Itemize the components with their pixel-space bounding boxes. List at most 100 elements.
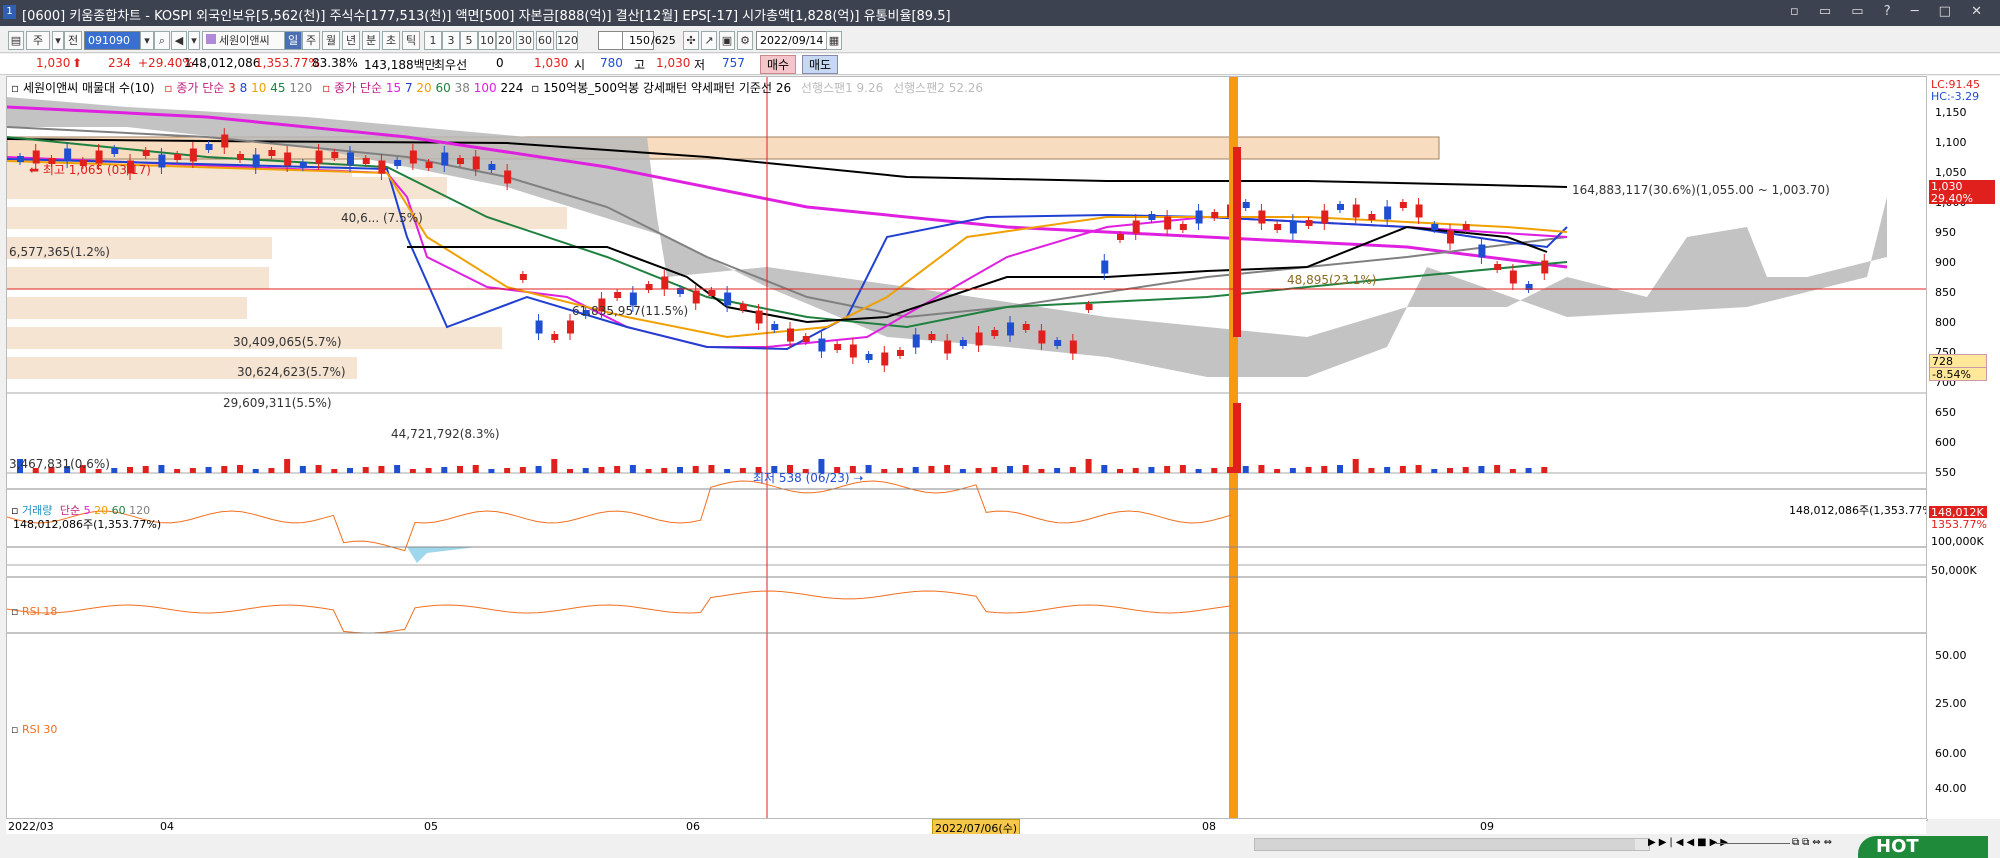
- vp-label-3: 61,835,957(11.5%): [572, 304, 689, 318]
- period-button-5[interactable]: 초: [382, 31, 400, 50]
- interval-button-5[interactable]: 5: [460, 31, 478, 50]
- high-marker: ⬅ 최고 1,065 (03/17): [29, 161, 151, 178]
- volume-bar: [975, 468, 982, 473]
- zoom-slider[interactable]: [1716, 843, 1790, 844]
- period-button-1[interactable]: 주: [302, 31, 320, 50]
- x-label-06: 06: [686, 820, 700, 833]
- last-candle: [1233, 147, 1241, 337]
- candle: [834, 344, 842, 350]
- speaker-icon[interactable]: ◀: [171, 31, 187, 50]
- x-axis: 2022/03 04 05 06 2022/07/06(수) 08 09: [6, 818, 1926, 837]
- candle: [1101, 260, 1109, 274]
- price-tick: 1,150: [1935, 106, 1967, 119]
- period-button-0[interactable]: 일: [284, 31, 302, 50]
- rsi18-oversold-fill: [407, 547, 477, 563]
- vp-label-6: 29,609,311(5.5%): [223, 396, 332, 410]
- up-arrow-icon: ⬆: [72, 56, 83, 70]
- candle: [378, 160, 386, 174]
- period-ju-button[interactable]: 주: [26, 31, 50, 50]
- count-input[interactable]: 150: [622, 31, 654, 50]
- candle: [158, 154, 166, 168]
- candle: [111, 148, 119, 154]
- price-tick: 600: [1935, 436, 1956, 449]
- volume-bar: [739, 468, 746, 473]
- volume-bar: [394, 465, 401, 473]
- rsi18-label: ▫ RSI 18: [11, 605, 58, 618]
- hot-badge[interactable]: HOT: [1858, 836, 1988, 858]
- candle: [755, 310, 763, 324]
- vol-tick-100000: 100,000K: [1931, 535, 1984, 548]
- calendar-icon[interactable]: ▦: [826, 31, 842, 50]
- volume-bar: [425, 468, 432, 473]
- sell-button[interactable]: 매도: [802, 55, 839, 74]
- volume-bar: [881, 469, 888, 473]
- candle: [739, 304, 747, 310]
- volume-bar: [1541, 467, 1548, 473]
- chevron-down-icon[interactable]: ▾: [188, 31, 200, 50]
- search-icon[interactable]: ⌕: [154, 31, 170, 50]
- candle: [708, 290, 716, 296]
- volume-bar: [1368, 468, 1375, 473]
- volume-bar: [535, 466, 542, 473]
- date-input[interactable]: 2022/09/14: [756, 31, 830, 50]
- candle: [787, 328, 794, 342]
- last-volume-bar: [1233, 403, 1241, 473]
- view-icons[interactable]: ⧉⧉⇔⇔: [1792, 837, 1835, 848]
- candle: [472, 156, 480, 170]
- vp-label-0: 164,883,117(30.6%)(1,055.00 ~ 1,003.70): [1572, 183, 1830, 197]
- jeon-button[interactable]: 전: [64, 31, 82, 50]
- volume-bar: [692, 466, 699, 473]
- volume-bar: [504, 468, 511, 473]
- candle: [912, 334, 920, 348]
- chevron-down-icon[interactable]: ▾: [52, 31, 64, 50]
- draw-icon[interactable]: ↗: [701, 31, 717, 50]
- save-icon[interactable]: ▣: [719, 31, 735, 50]
- period-button-4[interactable]: 분: [362, 31, 380, 50]
- hc-label: HC:-3.29: [1931, 90, 1980, 103]
- candle: [1337, 204, 1344, 210]
- volume-bar: [1148, 467, 1155, 473]
- interval-button-10[interactable]: 10: [478, 31, 496, 50]
- horizontal-scrollbar[interactable]: [1254, 838, 1650, 851]
- candle: [1462, 224, 1470, 230]
- volume-bar: [127, 467, 133, 473]
- x-label-09: 09: [1480, 820, 1494, 833]
- candle: [457, 158, 464, 164]
- chart-area[interactable]: ▫ 세원이앤씨 매물대 수(10) ▫ 종가 단순 3 8 10 45 120 …: [6, 76, 1937, 821]
- code-dropdown-icon[interactable]: ▾: [140, 31, 154, 50]
- current-price: 1,030: [36, 56, 71, 70]
- interval-button-20[interactable]: 20: [496, 31, 514, 50]
- legend-ma2-label: 종가 단순: [334, 81, 382, 95]
- candle: [1431, 224, 1439, 230]
- candle: [724, 292, 732, 306]
- buy-button[interactable]: 매수: [760, 55, 797, 74]
- low-label: 저: [694, 58, 706, 72]
- volume-bar: [315, 465, 322, 473]
- legend-ma2-20: 20: [416, 81, 432, 95]
- stock-code-input[interactable]: 091090: [84, 31, 146, 50]
- mode-icon[interactable]: ✣: [683, 31, 699, 50]
- rsi30-tick-60: 60.00: [1935, 747, 1967, 760]
- candle: [771, 324, 779, 330]
- volume-bar: [331, 469, 338, 473]
- candle: [944, 340, 952, 354]
- interval-button-60[interactable]: 60: [536, 31, 554, 50]
- x-label-08: 08: [1202, 820, 1216, 833]
- gear-icon[interactable]: ⚙: [737, 31, 753, 50]
- period-button-3[interactable]: 년: [342, 31, 360, 50]
- interval-button-30[interactable]: 30: [516, 31, 534, 50]
- candle: [221, 134, 229, 148]
- price-tick: 1,050: [1935, 166, 1967, 179]
- period-button-2[interactable]: 월: [322, 31, 340, 50]
- window-controls[interactable]: ▫ ▭ ▭ ? ─ □ ✕: [1790, 4, 1990, 19]
- candle: [268, 150, 276, 156]
- interval-button-1[interactable]: 1: [424, 31, 442, 50]
- interval-button-120[interactable]: 120: [556, 31, 578, 50]
- price-tick: 800: [1935, 316, 1956, 329]
- interval-button-3[interactable]: 3: [442, 31, 460, 50]
- scrollbar-thumb[interactable]: [1255, 839, 1635, 850]
- chart-menu-icon[interactable]: ▤: [8, 31, 24, 50]
- candle: [17, 156, 24, 162]
- change-value: 234: [108, 56, 131, 70]
- period-button-6[interactable]: 틱: [402, 31, 420, 50]
